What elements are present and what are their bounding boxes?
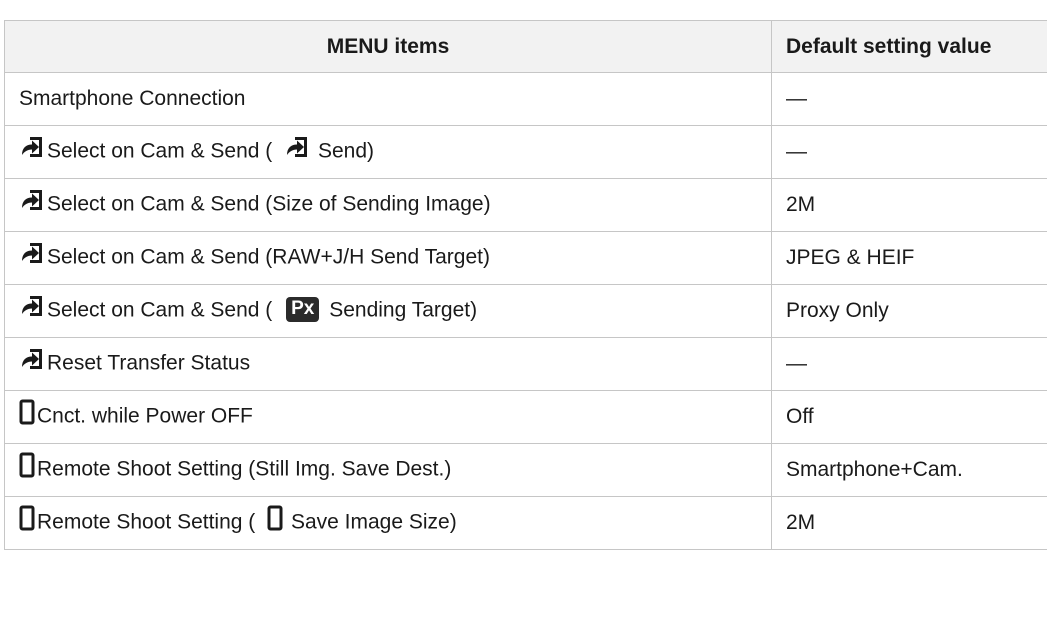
smartphone-icon <box>19 452 35 484</box>
table-row: Remote Shoot Setting (Still Img. Save De… <box>4 443 1047 497</box>
table-row: Select on Cam & Send ( Px Sending Target… <box>4 284 1047 338</box>
default-value-header: Default setting value <box>771 20 1047 73</box>
menu-item-cell: Select on Cam & Send (Size of Sending Im… <box>4 178 772 232</box>
send-to-smartphone-icon <box>19 188 45 218</box>
menu-item-label: Reset Transfer Status <box>47 351 251 375</box>
default-value-cell: 2M <box>771 178 1047 232</box>
send-to-smartphone-icon <box>19 241 45 271</box>
menu-item-label-suffix: Sending Target) <box>323 298 478 322</box>
menu-item-label: Select on Cam & Send (RAW+J/H Send Targe… <box>47 245 490 269</box>
menu-item-cell: Reset Transfer Status <box>4 337 772 391</box>
menu-item-label: Select on Cam & Send (Size of Sending Im… <box>47 192 491 216</box>
table-row: Select on Cam & Send (Size of Sending Im… <box>4 178 1047 232</box>
menu-item-label: Smartphone Connection <box>19 87 246 110</box>
table-row: Select on Cam & Send ( Send) — <box>4 125 1047 179</box>
table-row: Remote Shoot Setting ( Save Image Size) 2… <box>4 496 1047 550</box>
menu-item-cell: Select on Cam & Send ( Send) <box>4 125 772 179</box>
send-to-smartphone-icon <box>19 135 45 165</box>
px-proxy-badge: Px <box>286 296 320 322</box>
menu-item-label-suffix: Save Image Size) <box>285 510 457 534</box>
smartphone-icon <box>267 505 283 537</box>
send-to-smartphone-icon <box>19 294 45 324</box>
menu-item-cell: Cnct. while Power OFF <box>4 390 772 444</box>
menu-item-label: Remote Shoot Setting ( <box>37 510 262 534</box>
menu-item-label: Remote Shoot Setting (Still Img. Save De… <box>37 457 452 481</box>
send-to-smartphone-icon <box>19 347 45 377</box>
default-value-cell: — <box>771 72 1047 126</box>
menu-settings-table-container: MENU items Default setting value Smartph… <box>0 0 1047 640</box>
default-value-cell: Smartphone+Cam. <box>771 443 1047 497</box>
table-row: Reset Transfer Status — <box>4 337 1047 391</box>
default-value-cell: Off <box>771 390 1047 444</box>
menu-item-cell: Smartphone Connection <box>4 72 772 126</box>
table-row: Smartphone Connection — <box>4 72 1047 126</box>
menu-item-label: Select on Cam & Send ( <box>47 139 279 163</box>
menu-item-cell: Remote Shoot Setting ( Save Image Size) <box>4 496 772 550</box>
default-value-cell: — <box>771 125 1047 179</box>
default-value-cell: Proxy Only <box>771 284 1047 338</box>
send-to-smartphone-icon <box>284 135 310 165</box>
default-value-cell: — <box>771 337 1047 391</box>
smartphone-icon <box>19 505 35 537</box>
default-value-cell: JPEG & HEIF <box>771 231 1047 285</box>
table-row: Select on Cam & Send (RAW+J/H Send Targe… <box>4 231 1047 285</box>
menu-settings-table: MENU items Default setting value Smartph… <box>4 20 1047 550</box>
menu-item-cell: Select on Cam & Send (RAW+J/H Send Targe… <box>4 231 772 285</box>
menu-item-label: Select on Cam & Send ( <box>47 298 279 322</box>
menu-item-label-suffix: Send) <box>312 139 374 163</box>
smartphone-icon <box>19 399 35 431</box>
menu-item-cell: Select on Cam & Send ( Px Sending Target… <box>4 284 772 338</box>
menu-items-header: MENU items <box>4 20 772 73</box>
table-row: Cnct. while Power OFF Off <box>4 390 1047 444</box>
table-header-row: MENU items Default setting value <box>4 20 1047 73</box>
menu-item-cell: Remote Shoot Setting (Still Img. Save De… <box>4 443 772 497</box>
default-value-cell: 2M <box>771 496 1047 550</box>
menu-item-label: Cnct. while Power OFF <box>37 404 253 428</box>
